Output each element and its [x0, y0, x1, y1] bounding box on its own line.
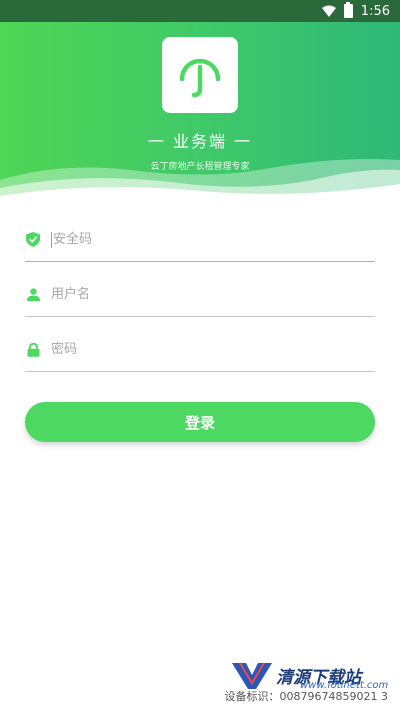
header-banner: 一 业务端 一 云丁房地产长租管理专家: [0, 22, 400, 200]
login-button[interactable]: 登录: [25, 402, 375, 442]
device-id-value: 00879674859021 3: [279, 690, 388, 703]
header-wave: [0, 159, 400, 200]
password-field[interactable]: [25, 328, 375, 372]
wifi-icon: [321, 5, 336, 17]
user-icon: [25, 287, 41, 303]
device-id-label: 设备标识：: [224, 690, 280, 703]
text-caret: [51, 231, 52, 248]
password-input[interactable]: [51, 334, 375, 365]
watermark-emblem-icon: [232, 662, 272, 689]
username-field[interactable]: [25, 273, 375, 317]
security-code-field[interactable]: [25, 218, 375, 262]
status-time: 1:56: [360, 3, 390, 19]
status-bar: 1:56: [0, 0, 400, 22]
username-input[interactable]: [51, 279, 375, 310]
battery-icon: [343, 2, 353, 18]
shield-check-icon: [25, 232, 41, 248]
umbrella-handle-icon: [179, 58, 221, 98]
lock-icon: [25, 342, 41, 358]
security-code-input[interactable]: [53, 224, 375, 255]
app-logo: [162, 37, 238, 113]
device-id: 设备标识：00879674859021 3: [0, 688, 400, 704]
